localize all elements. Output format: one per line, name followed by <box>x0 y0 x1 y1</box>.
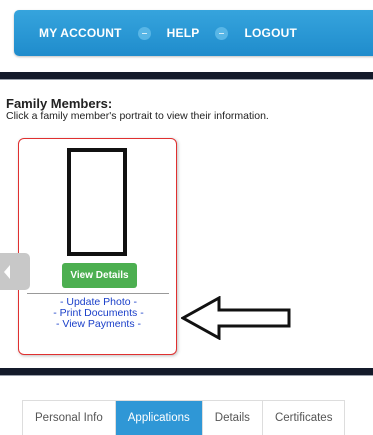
carousel-prev-button[interactable] <box>0 253 30 290</box>
family-members-title: Family Members: <box>6 96 113 111</box>
family-members-instructions: Click a family member's portrait to view… <box>6 110 269 122</box>
card-divider <box>27 293 169 294</box>
chevron-left-icon <box>4 264 10 279</box>
divider-bar <box>0 72 373 80</box>
member-portrait[interactable] <box>67 148 127 256</box>
tab-details[interactable]: Details <box>203 401 263 435</box>
family-member-card: View Details - Update Photo - - Print Do… <box>18 138 177 355</box>
nav-separator-icon <box>215 26 229 40</box>
tab-applications[interactable]: Applications <box>115 401 203 435</box>
top-navigation: MY ACCOUNT HELP LOGOUT <box>14 10 373 56</box>
view-payments-link[interactable]: - View Payments - <box>19 319 178 330</box>
logout-link[interactable]: LOGOUT <box>244 26 297 40</box>
tab-personal-info[interactable]: Personal Info <box>23 401 116 435</box>
my-account-link[interactable]: MY ACCOUNT <box>39 26 122 40</box>
tab-certificates[interactable]: Certificates <box>263 401 345 435</box>
card-actions: - Update Photo - - Print Documents - - V… <box>19 297 178 330</box>
divider-bar <box>0 368 373 376</box>
tab-bar: Personal Info Applications Details Certi… <box>22 400 346 435</box>
nav-separator-icon <box>137 26 151 40</box>
left-arrow-annotation-icon <box>181 296 291 340</box>
view-details-button[interactable]: View Details <box>62 263 137 288</box>
help-link[interactable]: HELP <box>167 26 200 40</box>
